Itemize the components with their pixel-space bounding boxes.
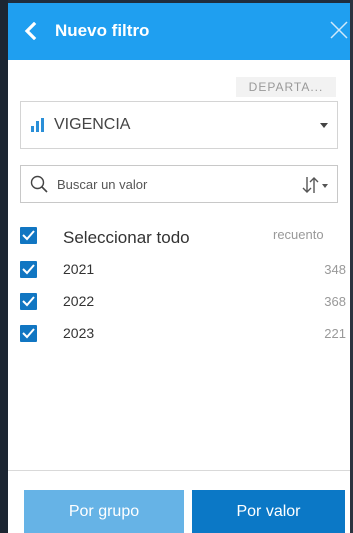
search-box (20, 165, 338, 203)
search-input[interactable] (57, 172, 287, 196)
list-item-label: 2021 (63, 261, 95, 277)
filter-panel: Nuevo filtro DEPARTA... VIGENCIA Buscar … (0, 0, 353, 533)
list-item-label: 2022 (63, 293, 95, 309)
field-select[interactable]: VIGENCIA (20, 101, 338, 149)
chevron-left-icon[interactable] (22, 21, 40, 41)
list-item-count: 348 (324, 262, 346, 277)
list-item-count: 368 (324, 294, 346, 309)
row-checkbox[interactable] (20, 261, 37, 278)
bar-chart-icon (31, 118, 45, 132)
row-checkbox[interactable] (20, 293, 37, 310)
left-edge (0, 0, 8, 533)
sort-icon[interactable] (302, 175, 330, 195)
by-group-button[interactable]: Por grupo (24, 490, 184, 533)
select-all-label: Seleccionar todo (63, 228, 190, 247)
search-icon (30, 175, 48, 193)
panel-title: Nuevo filtro (55, 21, 150, 40)
field-select-value: VIGENCIA (54, 116, 131, 133)
field-tag: DEPARTA... (236, 77, 336, 97)
footer-divider (8, 470, 350, 471)
select-all-checkbox[interactable] (20, 227, 37, 244)
panel-header: Nuevo filtro (8, 3, 350, 60)
by-value-button[interactable]: Por valor (192, 490, 345, 533)
list-item-count: 221 (324, 326, 346, 341)
close-icon[interactable] (330, 21, 348, 39)
row-checkbox[interactable] (20, 325, 37, 342)
chevron-down-icon (320, 123, 328, 128)
count-header: recuento (273, 227, 324, 242)
list-item-label: 2023 (63, 325, 95, 341)
